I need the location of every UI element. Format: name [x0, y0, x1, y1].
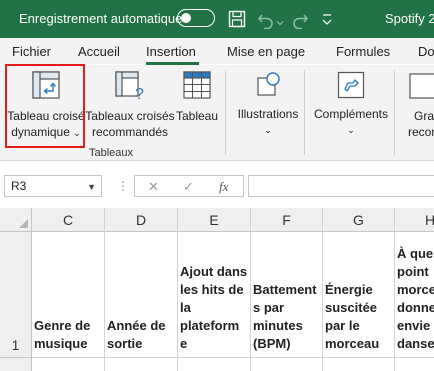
cell-f1-text: Battement s par minutes (BPM) [253, 282, 317, 351]
tab-formules[interactable]: Formules [336, 44, 390, 59]
chevron-down-icon: ⌄ [347, 125, 355, 135]
recommended-pivot-label-2: recommandés [91, 125, 169, 139]
illustrations-label: Illustrations [237, 107, 299, 121]
name-box-value: R3 [11, 179, 27, 193]
cell-c1-text: Genre de musique [34, 318, 91, 351]
charts-label-1: Gra [414, 109, 434, 123]
recommended-pivot-label-1: Tableaux croisés [85, 109, 175, 123]
corner-triangle-icon [19, 219, 28, 228]
save-icon[interactable] [228, 9, 246, 29]
group-label-tables: Tableaux [89, 147, 134, 159]
recommended-pivot-button[interactable]: ? Tableaux croisés recommandés [85, 70, 175, 140]
cell-d2[interactable] [105, 358, 178, 371]
ribbon-tabs: Fichier Accueil Insertion Mise en page F… [0, 38, 434, 64]
chevron-down-icon[interactable] [276, 13, 284, 33]
cell-e2[interactable] [178, 358, 251, 371]
addins-icon [337, 71, 365, 99]
table-button[interactable]: Tableau [175, 70, 219, 124]
row-header-2[interactable] [0, 358, 32, 371]
redo-icon[interactable] [292, 9, 308, 29]
tab-accueil[interactable]: Accueil [78, 44, 120, 59]
cell-h1-text: À que point morce donne envie danse [397, 246, 434, 351]
insert-function-icon[interactable]: fx [219, 179, 228, 195]
addins-button[interactable]: Compléments ⌄ [311, 70, 391, 138]
tab-insertion[interactable]: Insertion [146, 44, 196, 59]
cell-e1[interactable]: Ajout dans les hits de la plateform e [178, 232, 251, 358]
autosave-label: Enregistrement automatique [19, 11, 183, 26]
chevron-down-icon: ⌄ [264, 125, 272, 135]
tab-fichier[interactable]: Fichier [12, 44, 51, 59]
row-header-1[interactable]: 1 [0, 232, 32, 358]
undo-icon[interactable] [258, 9, 274, 29]
cell-d1-text: Année de sortie [107, 318, 166, 351]
cell-g1[interactable]: Énergie suscitée par le morceau [323, 232, 395, 358]
cell-g2[interactable] [323, 358, 395, 371]
customize-toolbar-icon[interactable] [321, 10, 333, 30]
title-bar: Enregistrement automatique Spotify 20 [0, 0, 434, 38]
row-header-1-label: 1 [11, 337, 20, 353]
recommended-charts-button[interactable]: Gra recom [404, 70, 434, 140]
illustrations-icon [257, 72, 280, 96]
cell-f2[interactable] [251, 358, 323, 371]
tab-mise-en-page[interactable]: Mise en page [227, 44, 305, 59]
table-label: Tableau [175, 109, 219, 123]
cancel-icon[interactable]: ✕ [148, 179, 159, 195]
chevron-down-icon[interactable]: ▼ [87, 182, 96, 192]
confirm-icon[interactable]: ✓ [183, 179, 194, 195]
ribbon-separator [225, 70, 226, 155]
recommended-pivot-icon: ? [115, 71, 144, 102]
cell-h2[interactable] [395, 358, 434, 371]
document-title: Spotify 20 [385, 11, 434, 26]
select-all-corner[interactable] [0, 208, 32, 232]
pivot-highlight-box [5, 64, 85, 148]
autosave-toggle[interactable] [177, 9, 215, 27]
cell-c2[interactable] [32, 358, 105, 371]
cell-c1[interactable]: Genre de musique [32, 232, 105, 358]
cell-e1-text: Ajout dans les hits de la plateform e [180, 264, 248, 351]
column-header-c[interactable]: C [32, 208, 105, 232]
addins-label: Compléments [313, 107, 389, 121]
charts-label-2: recom [408, 125, 434, 139]
column-header-e[interactable]: E [178, 208, 251, 232]
illustrations-button[interactable]: Illustrations ⌄ [232, 70, 304, 138]
name-box[interactable]: R3 ▼ [4, 175, 102, 197]
cell-h1[interactable]: À que point morce donne envie danse [395, 232, 434, 358]
ribbon-separator [304, 70, 305, 155]
table-icon [183, 71, 211, 99]
column-header-h[interactable]: H [395, 208, 434, 232]
column-header-g[interactable]: G [323, 208, 395, 232]
tab-donnees[interactable]: Do [418, 44, 434, 59]
svg-text:?: ? [135, 86, 144, 102]
toggle-knob [181, 12, 191, 23]
formula-buttons: ✕ ✓ fx [134, 175, 244, 197]
cell-d1[interactable]: Année de sortie [105, 232, 178, 358]
ribbon-separator [394, 70, 395, 155]
formula-bar-grip-icon: ⋮ [117, 179, 129, 193]
column-header-f[interactable]: F [251, 208, 323, 232]
cell-g1-text: Énergie suscitée par le morceau [325, 282, 380, 351]
formula-input[interactable] [248, 175, 434, 197]
charts-icon [409, 73, 434, 99]
column-header-d[interactable]: D [105, 208, 178, 232]
cell-f1[interactable]: Battement s par minutes (BPM) [251, 232, 323, 358]
